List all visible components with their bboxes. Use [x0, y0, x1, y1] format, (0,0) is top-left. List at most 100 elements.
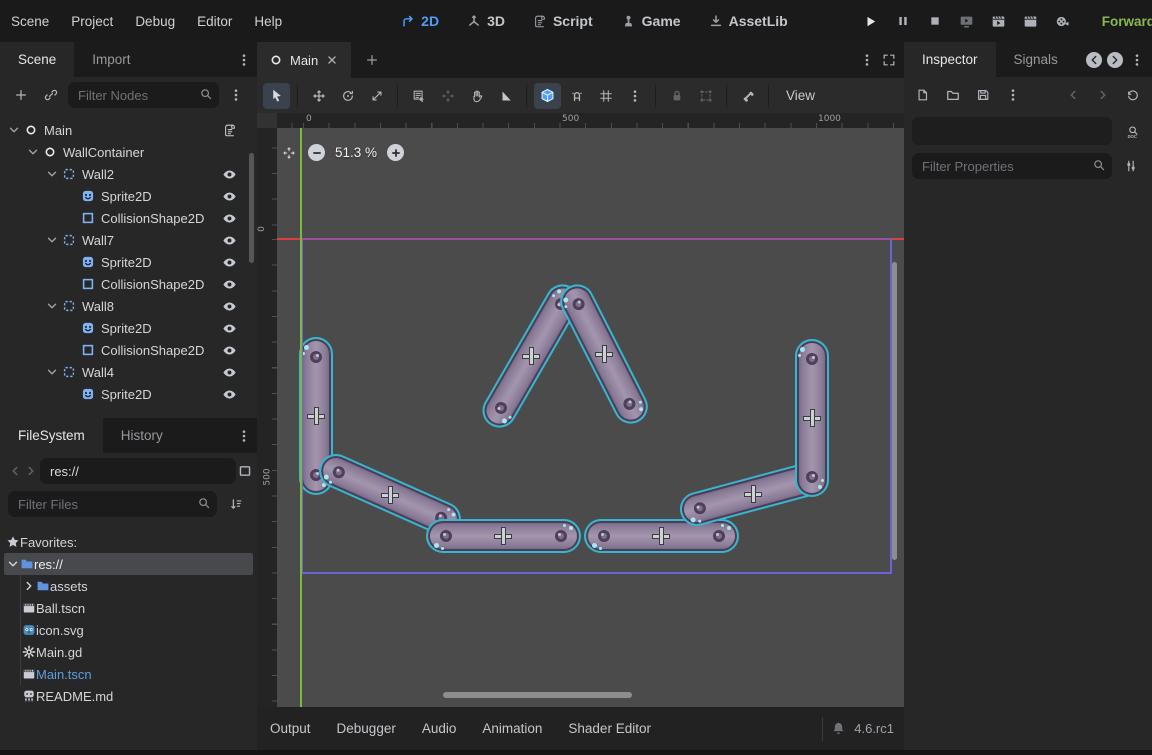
resource-path-input[interactable] — [40, 458, 236, 484]
node-position-gizmo[interactable] — [307, 407, 325, 425]
scale-mode-button[interactable] — [363, 83, 390, 109]
2d-viewport[interactable]: 0 500 1000 0 500 51.3 % — [257, 113, 904, 707]
tab-history[interactable]: History — [103, 418, 181, 453]
filter-properties-input[interactable] — [912, 153, 1112, 179]
tab-animation[interactable]: Animation — [469, 721, 555, 736]
scene-dock-menu-icon[interactable] — [231, 47, 257, 73]
filesystem-row[interactable]: Ball.tscn — [0, 597, 257, 619]
horizontal-scrollbar[interactable] — [443, 692, 632, 698]
save-resource-button[interactable] — [970, 82, 996, 108]
group-button[interactable] — [692, 83, 719, 109]
node-position-gizmo[interactable] — [803, 409, 821, 427]
filesystem-row[interactable]: res:// — [4, 553, 253, 575]
visibility-eye-icon[interactable] — [222, 277, 237, 292]
resource-menu-icon[interactable] — [1000, 82, 1026, 108]
tab-2d[interactable]: 2D — [389, 6, 451, 36]
scene-tree-row[interactable]: Wall7 — [0, 229, 257, 251]
tab-debugger[interactable]: Debugger — [324, 721, 409, 736]
renderer-select[interactable]: Forward+ — [1102, 14, 1152, 29]
play-button[interactable] — [860, 10, 882, 32]
sort-files-icon[interactable] — [223, 491, 249, 517]
visibility-eye-icon[interactable] — [222, 189, 237, 204]
inspector-dock-menu-icon[interactable] — [1128, 47, 1146, 73]
open-docs-icon[interactable]: DOC — [1120, 119, 1146, 145]
scene-tree-row[interactable]: Sprite2D — [0, 185, 257, 207]
add-node-button[interactable] — [8, 82, 34, 108]
scene-tabs-menu-icon[interactable] — [860, 53, 874, 67]
tab-filesystem[interactable]: FileSystem — [0, 418, 103, 453]
stop-button[interactable] — [924, 10, 946, 32]
scene-tab-main[interactable]: Main — [257, 42, 351, 78]
close-icon[interactable] — [325, 53, 339, 67]
scene-tree-row[interactable]: CollisionShape2D — [0, 273, 257, 295]
menu-debug[interactable]: Debug — [124, 14, 186, 29]
tab-script[interactable]: Script — [521, 6, 605, 36]
tree-collapse-icon[interactable] — [25, 145, 41, 159]
pause-button[interactable] — [892, 10, 914, 32]
node-position-gizmo[interactable] — [381, 486, 399, 504]
expand-viewport-icon[interactable] — [882, 53, 896, 67]
tab-scene[interactable]: Scene — [0, 42, 74, 77]
filesystem-row[interactable]: Main.gd — [0, 641, 257, 663]
scene-tree-row[interactable]: Wall2 — [0, 163, 257, 185]
dock-prev-icon[interactable] — [1086, 52, 1102, 68]
scene-tree-menu-icon[interactable] — [223, 82, 249, 108]
visibility-eye-icon[interactable] — [222, 343, 237, 358]
scene-tree-row[interactable]: Sprite2D — [0, 383, 257, 405]
scene-tree-row[interactable]: Sprite2D — [0, 251, 257, 273]
skeleton-options-button[interactable] — [734, 83, 761, 109]
filesystem-row[interactable]: assets — [0, 575, 257, 597]
visibility-eye-icon[interactable] — [222, 233, 237, 248]
edit-history-icon[interactable] — [1120, 82, 1146, 108]
scene-tree-row[interactable]: Main — [0, 119, 257, 141]
history-back-icon[interactable] — [1060, 82, 1086, 108]
tab-game[interactable]: Game — [609, 6, 693, 36]
tree-collapse-icon[interactable] — [6, 557, 20, 571]
tab-3d[interactable]: 3D — [455, 6, 517, 36]
view-menu-button[interactable]: View — [776, 88, 825, 103]
instance-scene-button[interactable] — [38, 82, 64, 108]
filesystem-row[interactable]: Main.tscn — [0, 663, 257, 685]
zoom-percent[interactable]: 51.3 % — [325, 145, 387, 160]
tree-collapse-icon[interactable] — [22, 579, 36, 593]
smart-snap-button[interactable] — [563, 83, 590, 109]
rotate-mode-button[interactable] — [334, 83, 361, 109]
tree-collapse-icon[interactable] — [44, 299, 60, 313]
select-mode-button[interactable] — [263, 83, 290, 109]
attached-script-icon[interactable] — [223, 123, 237, 137]
snap-options-icon[interactable] — [621, 83, 648, 109]
node-position-gizmo[interactable] — [494, 527, 512, 545]
property-tools-icon[interactable] — [1118, 153, 1144, 179]
scene-tree-row[interactable]: WallContainer — [0, 141, 257, 163]
lock-button[interactable] — [663, 83, 690, 109]
tab-audio[interactable]: Audio — [409, 721, 470, 736]
history-forward-icon[interactable] — [1090, 82, 1116, 108]
notifications-bell-icon[interactable] — [831, 721, 846, 736]
menu-editor[interactable]: Editor — [186, 14, 243, 29]
menu-project[interactable]: Project — [60, 14, 124, 29]
visibility-eye-icon[interactable] — [222, 299, 237, 314]
visibility-eye-icon[interactable] — [222, 167, 237, 182]
pan-mode-button[interactable] — [463, 83, 490, 109]
toggle-split-mode-icon[interactable] — [238, 458, 252, 484]
tree-collapse-icon[interactable] — [44, 233, 60, 247]
zoom-in-button[interactable] — [387, 144, 404, 161]
ruler-mode-button[interactable] — [492, 83, 519, 109]
canvas-area[interactable]: 51.3 % — [277, 128, 904, 707]
list-select-button[interactable] — [405, 83, 432, 109]
play-scene-button[interactable] — [988, 10, 1010, 32]
visibility-eye-icon[interactable] — [222, 387, 237, 402]
grid-snap-button[interactable] — [592, 83, 619, 109]
visibility-eye-icon[interactable] — [222, 365, 237, 380]
load-resource-button[interactable] — [940, 82, 966, 108]
remote-play-button[interactable] — [956, 10, 978, 32]
new-resource-button[interactable] — [910, 82, 936, 108]
filesystem-row[interactable]: Favorites: — [0, 531, 257, 553]
scene-tree-scrollbar[interactable] — [249, 153, 254, 263]
tab-inspector[interactable]: Inspector — [904, 42, 996, 77]
node-position-gizmo[interactable] — [744, 485, 762, 503]
menu-help[interactable]: Help — [243, 14, 293, 29]
vertical-scrollbar[interactable] — [892, 262, 897, 560]
tab-shader-editor[interactable]: Shader Editor — [555, 721, 664, 736]
tab-import[interactable]: Import — [74, 42, 148, 77]
